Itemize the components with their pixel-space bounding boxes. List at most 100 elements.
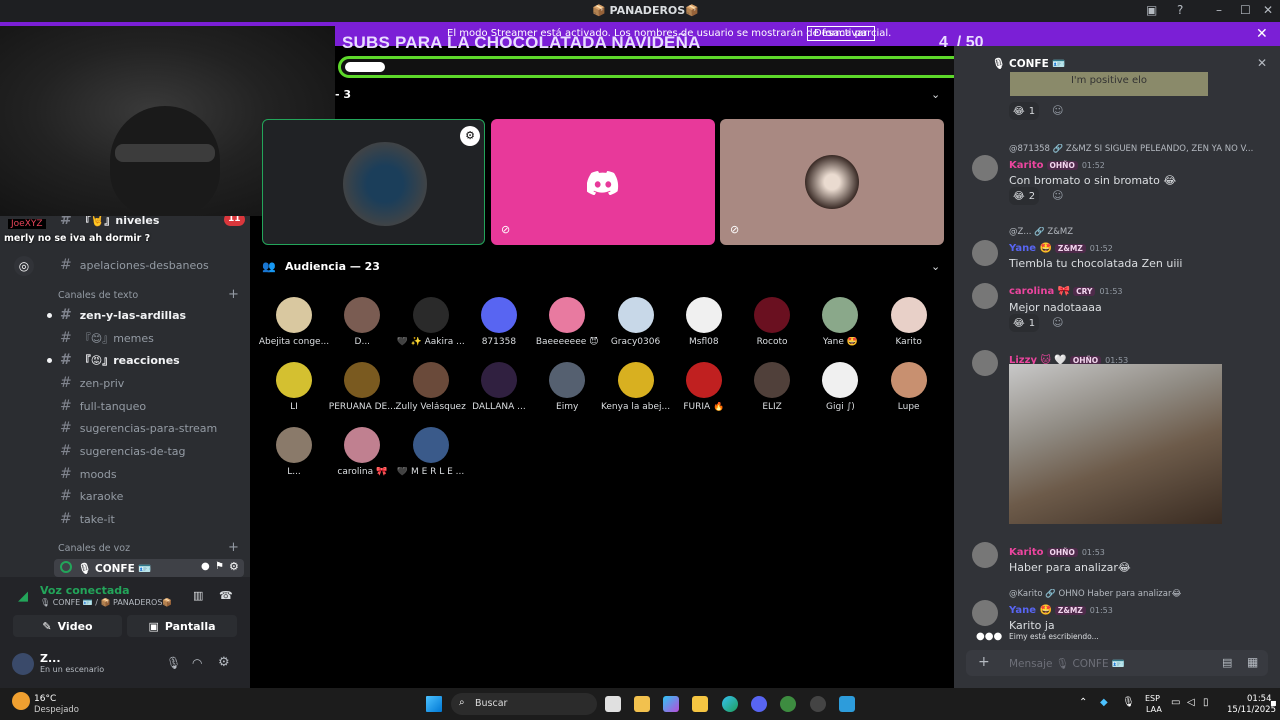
- audience-member[interactable]: D...: [326, 297, 398, 347]
- text-category[interactable]: Canales de texto: [58, 290, 138, 301]
- avatar[interactable]: [972, 542, 998, 568]
- close-window-icon[interactable]: ✕: [1263, 3, 1273, 17]
- reaction-pill[interactable]: 😂 2: [1009, 187, 1040, 205]
- headphones-icon[interactable]: ◠: [192, 656, 202, 670]
- audience-member[interactable]: Yane 🤩: [804, 297, 876, 347]
- speaker-tile-2[interactable]: ⊘: [491, 119, 715, 245]
- audience-member[interactable]: Karito: [873, 297, 945, 347]
- app-icon[interactable]: [780, 696, 796, 712]
- avatar[interactable]: [972, 155, 998, 181]
- author-name[interactable]: carolina 🎀: [1009, 286, 1070, 297]
- message-author[interactable]: Yane 🤩 Z&MZ 01:53: [1009, 605, 1113, 616]
- taskbar-search[interactable]: ⌕ Buscar: [451, 693, 597, 715]
- help-icon[interactable]: ?: [1177, 3, 1183, 17]
- channel-item[interactable]: # sugerencias-de-tag: [60, 441, 186, 461]
- audience-member[interactable]: DALLANA ...: [463, 362, 535, 412]
- message-input[interactable]: + Mensaje 🎙 CONFE 🪪 ▤ ▦: [966, 650, 1268, 676]
- voice-category[interactable]: Canales de voz: [58, 543, 130, 554]
- user-name[interactable]: Z...: [40, 652, 61, 665]
- audience-member[interactable]: Lupe: [873, 362, 945, 412]
- user-settings-icon[interactable]: ⚙: [218, 655, 230, 670]
- tray-mic-icon[interactable]: 🎙: [1122, 697, 1135, 708]
- video-button[interactable]: ✎ Video: [13, 615, 122, 637]
- reply-preview[interactable]: @Z... 🔗 Z&MZ: [1009, 227, 1254, 237]
- weather-icon[interactable]: [12, 692, 30, 710]
- network-icon[interactable]: ▭: [1171, 697, 1180, 708]
- audience-member[interactable]: L...: [258, 427, 330, 477]
- audience-member[interactable]: Eimy: [531, 362, 603, 412]
- voice-channel-item[interactable]: 🎙 CONFE 🪪 ● ⚑ ⚙: [54, 559, 244, 577]
- avatar[interactable]: [12, 653, 34, 675]
- audience-member[interactable]: 🖤 ✨ Aakira ...: [395, 297, 467, 347]
- add-reaction-icon[interactable]: ☺: [1052, 316, 1063, 329]
- voice-status[interactable]: Voz conectada: [40, 584, 130, 597]
- audience-member[interactable]: Msfl08: [668, 297, 740, 347]
- message-author[interactable]: carolina 🎀 CRY 01:53: [1009, 286, 1123, 297]
- message-author[interactable]: Yane 🤩 Z&MZ 01:52: [1009, 243, 1113, 254]
- audience-member[interactable]: Baeeeeeee 😈: [531, 297, 603, 347]
- avatar[interactable]: [972, 600, 998, 626]
- reaction-pill[interactable]: 😂 1: [1009, 102, 1040, 120]
- audience-member[interactable]: 🖤 M E R L E ...: [395, 427, 467, 477]
- audience-member[interactable]: PERUANA DE...: [326, 362, 398, 412]
- channel-item[interactable]: # moods: [60, 464, 117, 484]
- audience-member[interactable]: Zully Velásquez: [395, 362, 467, 412]
- task-view-icon[interactable]: [605, 696, 621, 712]
- disconnect-icon[interactable]: ☎: [219, 589, 233, 602]
- edge-icon[interactable]: [722, 696, 738, 712]
- add-member-icon[interactable]: ⚑: [215, 561, 224, 572]
- message-author[interactable]: Karito OHÑO 01:53: [1009, 547, 1105, 558]
- audience-member[interactable]: ELIZ: [736, 362, 808, 412]
- audience-member[interactable]: Kenya la abej...: [600, 362, 672, 412]
- add-voice-channel-icon[interactable]: +: [228, 540, 239, 555]
- audience-member[interactable]: 871358: [463, 297, 535, 347]
- discover-icon[interactable]: ◎: [14, 256, 34, 276]
- add-reaction-icon[interactable]: ☺: [1052, 104, 1063, 117]
- deactivate-button[interactable]: Desactivar: [807, 26, 875, 41]
- volume-icon[interactable]: ◁: [1187, 697, 1195, 708]
- add-attachment-icon[interactable]: +: [978, 654, 990, 670]
- reply-preview[interactable]: @871358 🔗 Z&MZ SI SIGUEN PELEANDO, ZEN Y…: [1009, 144, 1254, 154]
- file-explorer-icon[interactable]: [692, 696, 708, 712]
- app2-icon[interactable]: [839, 696, 855, 712]
- audience-member[interactable]: Gigi ∫): [804, 362, 876, 412]
- windows-start-icon[interactable]: [426, 696, 442, 712]
- battery-icon[interactable]: ▯: [1203, 697, 1209, 708]
- discord-taskbar-icon[interactable]: [751, 696, 767, 712]
- chevron-down-icon[interactable]: ⌄: [931, 260, 940, 273]
- audience-member[interactable]: Gracy0306: [600, 297, 672, 347]
- noise-suppression-icon[interactable]: ▥: [193, 589, 203, 602]
- channel-apelaciones[interactable]: # apelaciones-desbaneos: [60, 255, 209, 275]
- chat-icon[interactable]: ●: [201, 561, 210, 572]
- speaker-tile-3[interactable]: ⊘: [720, 119, 944, 245]
- avatar[interactable]: [972, 283, 998, 309]
- author-name[interactable]: Karito: [1009, 160, 1044, 171]
- channel-item[interactable]: # 『😊』memes: [60, 328, 154, 348]
- maximize-icon[interactable]: ☐: [1240, 3, 1251, 17]
- chat-gif-image[interactable]: [1009, 364, 1222, 524]
- screen-share-button[interactable]: ▣ Pantalla: [127, 615, 237, 637]
- channel-item[interactable]: # zen-y-las-ardillas: [60, 305, 186, 325]
- reaction-pill[interactable]: 😂 1: [1009, 314, 1040, 332]
- audience-member[interactable]: carolina 🎀: [326, 427, 398, 477]
- channel-item[interactable]: # zen-priv: [60, 373, 124, 393]
- avatar[interactable]: [972, 240, 998, 266]
- channel-item[interactable]: # take-it: [60, 509, 115, 529]
- channel-item[interactable]: # karaoke: [60, 486, 123, 506]
- inbox-icon[interactable]: ▣: [1146, 3, 1157, 17]
- speaker-tile-host[interactable]: ⚙: [262, 119, 485, 245]
- audience-member[interactable]: FURIA 🔥: [668, 362, 740, 412]
- apps-icon[interactable]: ▦: [1247, 655, 1258, 669]
- audience-member[interactable]: Rocoto: [736, 297, 808, 347]
- chat-image-previous[interactable]: I'm positive elo: [1010, 72, 1208, 96]
- minimize-icon[interactable]: –: [1216, 3, 1222, 17]
- lang-indicator[interactable]: ESP: [1145, 694, 1160, 703]
- channel-item[interactable]: # sugerencias-para-stream: [60, 418, 217, 438]
- add-reaction-icon[interactable]: ☺: [1052, 189, 1063, 202]
- channel-item[interactable]: # full-tanqueo: [60, 396, 146, 416]
- tray-chevron-icon[interactable]: ⌃: [1079, 697, 1087, 708]
- author-name[interactable]: Yane 🤩: [1009, 605, 1052, 616]
- gift-icon[interactable]: ▤: [1222, 656, 1232, 669]
- audience-member[interactable]: LI: [258, 362, 330, 412]
- reply-preview[interactable]: @Karito 🔗 OHÑO Haber para analizar😂: [1009, 589, 1254, 599]
